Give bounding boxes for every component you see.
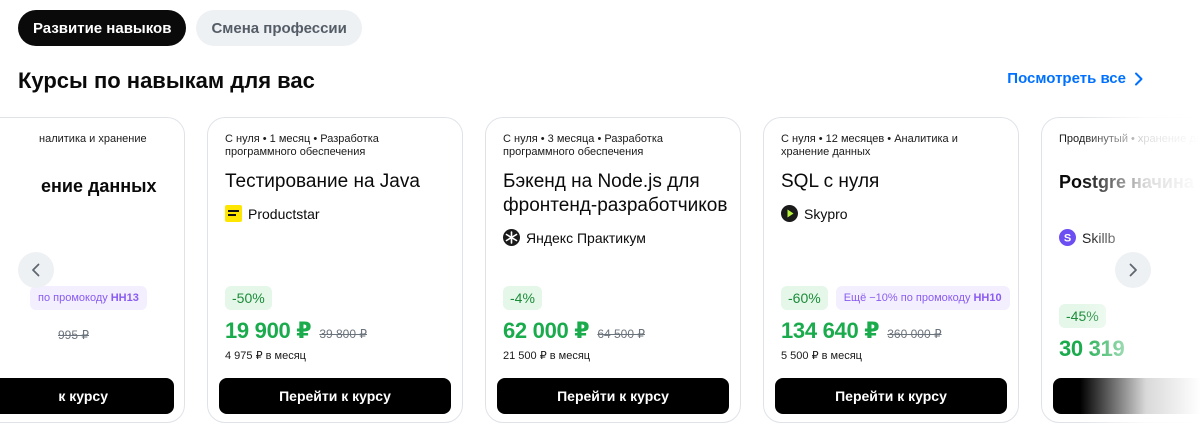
promo-code: HH10 [973, 292, 1002, 304]
skillbox-logo-icon: S [1059, 229, 1076, 246]
go-to-course-button[interactable]: Перейти к курсу [497, 378, 729, 414]
see-all-label: Посмотреть все [1007, 70, 1126, 87]
chevron-right-icon [1129, 263, 1137, 277]
old-price: 995 ₽ [58, 328, 89, 342]
current-price: 30 319 [1059, 336, 1125, 361]
promo-badge: Ещё −10% по промокоду HH10 [835, 286, 1010, 310]
course-prices: 30 319 [1059, 336, 1125, 362]
tab-career-change[interactable]: Смена профессии [196, 10, 362, 46]
courses-carousel: налитика и хранение ение данных по промо… [0, 117, 1200, 427]
see-all-link[interactable]: Посмотреть все [1007, 70, 1144, 87]
monthly-price: 4 975 ₽ в месяц [225, 350, 306, 362]
current-price: 19 900 ₽ [225, 318, 312, 343]
course-badges: по промокоду HH13 [30, 286, 147, 310]
course-badges: -45% [1059, 304, 1106, 328]
old-price: 360 000 ₽ [887, 327, 942, 341]
tab-skill-development[interactable]: Развитие навыков [18, 10, 187, 46]
course-title: Postgre начина [1059, 172, 1194, 192]
course-title: SQL с нуля [781, 171, 880, 192]
course-meta: налитика и хранение [39, 133, 147, 145]
go-to-course-button[interactable]: Перейти к курсу [219, 378, 451, 414]
course-title: Тестирование на Java [225, 171, 420, 192]
current-price: 134 640 ₽ [781, 318, 880, 343]
course-card: С нуля • 3 месяца • Разработка программн… [485, 117, 741, 423]
course-provider: Productstar [225, 205, 320, 222]
course-prices: 134 640 ₽ 360 000 ₽ [781, 318, 942, 344]
discount-badge: -45% [1059, 304, 1106, 328]
chevron-left-icon [32, 263, 40, 277]
discount-badge: -60% [781, 286, 828, 310]
discount-badge: -4% [503, 286, 542, 310]
course-prices: 62 000 ₽ 64 500 ₽ [503, 318, 645, 344]
course-card: С нуля • 1 месяц • Разработка программно… [207, 117, 463, 423]
go-to-course-button[interactable]: к курсу [0, 378, 174, 414]
discount-badge: -50% [225, 286, 272, 310]
monthly-price: 5 500 ₽ в месяц [781, 350, 862, 362]
productstar-logo-icon [225, 205, 242, 222]
course-badges: -50% [225, 286, 272, 310]
course-meta: С нуля • 1 месяц • Разработка программно… [225, 133, 379, 158]
course-provider: S Skillb [1059, 229, 1115, 246]
old-price: 64 500 ₽ [597, 327, 645, 341]
section-title: Курсы по навыкам для вас [18, 68, 315, 93]
course-prices: 995 ₽ [58, 328, 89, 342]
promo-text: Ещё −10% по промокоду [843, 292, 971, 304]
monthly-price: 21 500 ₽ в месяц [503, 350, 591, 362]
category-tabs: Развитие навыков Смена профессии [18, 10, 362, 46]
course-meta: Продвинутый • хранение данных [1059, 133, 1200, 145]
provider-name: Skypro [804, 205, 848, 222]
provider-name: Skillb [1082, 229, 1116, 246]
provider-name: Productstar [248, 205, 320, 222]
course-title: Бэкенд на Node.js для фронтенд-разработч… [503, 171, 728, 216]
course-meta: С нуля • 3 месяца • Разработка программн… [503, 133, 663, 158]
go-to-course-button[interactable]: Перейти к курсу [775, 378, 1007, 414]
skypro-logo-icon [781, 205, 798, 222]
course-meta: С нуля • 12 месяцев • Аналитика и хранен… [781, 133, 958, 158]
provider-name: Яндекс Практикум [526, 229, 646, 246]
promo-code: HH13 [110, 292, 139, 304]
promo-badge: по промокоду HH13 [30, 286, 147, 310]
carousel-next-button[interactable] [1115, 252, 1151, 288]
course-prices: 19 900 ₽ 39 800 ₽ [225, 318, 367, 344]
course-title: ение данных [41, 176, 157, 196]
promo-text: по промокоду [38, 292, 108, 304]
course-provider: Яндекс Практикум [503, 229, 646, 246]
carousel-prev-button[interactable] [18, 252, 54, 288]
course-provider: Skypro [781, 205, 848, 222]
course-badges: -4% [503, 286, 542, 310]
old-price: 39 800 ₽ [319, 327, 367, 341]
course-badges: -60% Ещё −10% по промокоду HH10 [781, 286, 1010, 310]
current-price: 62 000 ₽ [503, 318, 590, 343]
yandex-praktikum-logo-icon [503, 229, 520, 246]
chevron-right-icon [1135, 72, 1143, 85]
svg-text:S: S [1064, 233, 1071, 245]
course-card: С нуля • 12 месяцев • Аналитика и хранен… [763, 117, 1019, 423]
go-to-course-button[interactable] [1053, 378, 1200, 414]
